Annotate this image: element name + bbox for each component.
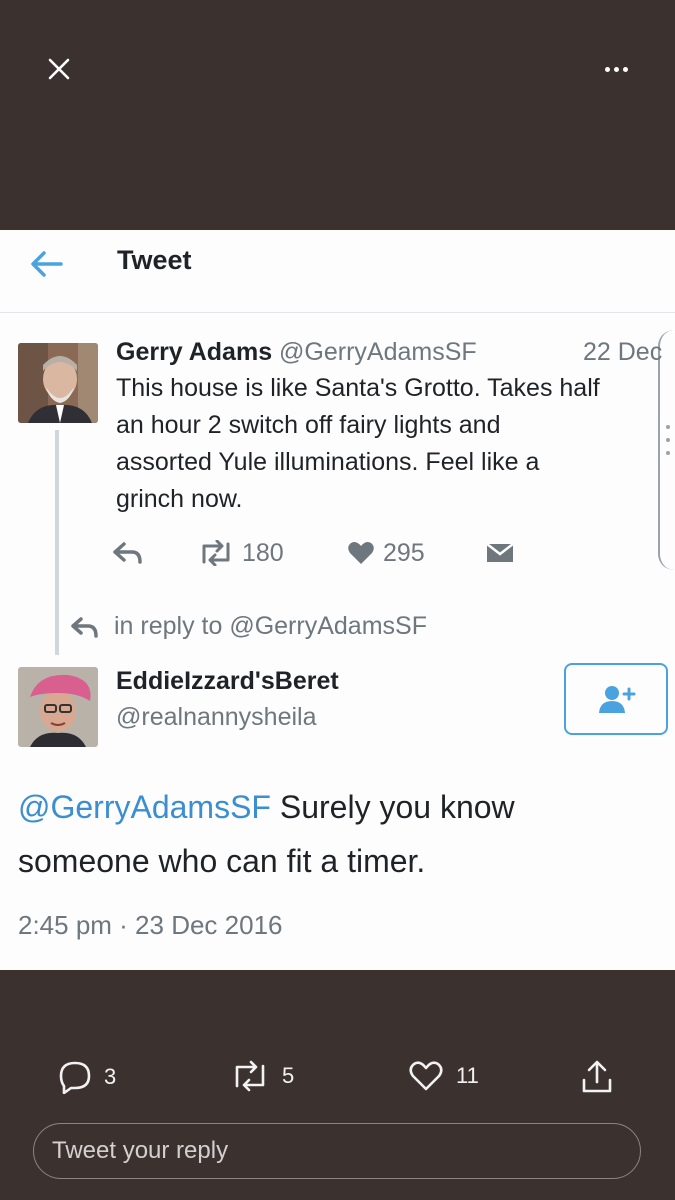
like-count: 11 xyxy=(456,1063,479,1088)
like-button[interactable]: 11 xyxy=(408,1060,479,1092)
tweet-reply-input[interactable]: Tweet your reply xyxy=(33,1123,641,1179)
more-options-button[interactable] xyxy=(592,52,640,86)
tweet-date: 22 Dec xyxy=(583,338,663,366)
thread-line xyxy=(55,430,59,655)
tweet-text: This house is like Santa's Grotto. Takes… xyxy=(116,374,600,513)
close-icon xyxy=(48,58,70,80)
engagement-bar: 3 5 11 xyxy=(0,1050,675,1106)
tweet-author: Gerry Adams @GerryAdamsSF xyxy=(116,338,477,367)
retweet-icon xyxy=(202,540,230,566)
reply-author-handle: @realnannysheila xyxy=(116,703,317,731)
in-reply-to: in reply to @GerryAdamsSF xyxy=(70,612,427,641)
reply-icon xyxy=(113,542,142,564)
author-handle: @GerryAdamsSF xyxy=(279,338,477,366)
heart-icon xyxy=(348,542,374,564)
reply-icon xyxy=(71,616,98,638)
reply-timestamp: 2:45 pm · 23 Dec 2016 xyxy=(18,910,283,940)
reply-count: 3 xyxy=(104,1064,117,1089)
tweet-screenshot-image: Tweet Gerry Adams @GerryAdamsSF 22 Dec T… xyxy=(0,230,675,970)
retweet-icon xyxy=(235,1060,265,1092)
back-arrow-icon xyxy=(26,244,66,284)
retweet-count: 5 xyxy=(282,1063,295,1088)
avatar-gerry-adams xyxy=(18,343,98,423)
reply-author-name: EddieIzzard'sBeret xyxy=(116,667,339,695)
heart-icon xyxy=(409,1061,443,1091)
direct-message-icon xyxy=(486,543,514,562)
retweet-action: 180 xyxy=(198,533,284,573)
more-icon xyxy=(604,66,610,72)
reply-text: @GerryAdamsSF Surely you know someone wh… xyxy=(18,780,618,888)
header-title: Tweet xyxy=(117,245,192,275)
follow-button xyxy=(564,663,668,735)
reply-button[interactable]: 3 xyxy=(58,1060,116,1094)
share-button[interactable] xyxy=(580,1060,614,1094)
reply-action xyxy=(112,533,144,573)
reply-mention: @GerryAdamsSF xyxy=(18,789,271,825)
retweet-button[interactable]: 5 xyxy=(230,1060,294,1092)
close-button[interactable] xyxy=(40,50,78,88)
like-count: 295 xyxy=(383,538,425,567)
direct-message-action xyxy=(485,533,515,573)
like-action: 295 xyxy=(347,533,425,573)
reply-placeholder: Tweet your reply xyxy=(52,1137,229,1164)
follow-icon xyxy=(599,686,636,713)
author-name: Gerry Adams xyxy=(116,338,273,366)
avatar-eddieizzards-beret xyxy=(18,667,98,747)
in-reply-to-text: in reply to @GerryAdamsSF xyxy=(114,612,427,640)
viewer-top-bar xyxy=(0,0,675,230)
screenshot-header: Tweet xyxy=(0,230,675,313)
retweet-count: 180 xyxy=(242,538,284,567)
share-icon xyxy=(582,1060,612,1093)
reply-icon xyxy=(59,1061,91,1094)
